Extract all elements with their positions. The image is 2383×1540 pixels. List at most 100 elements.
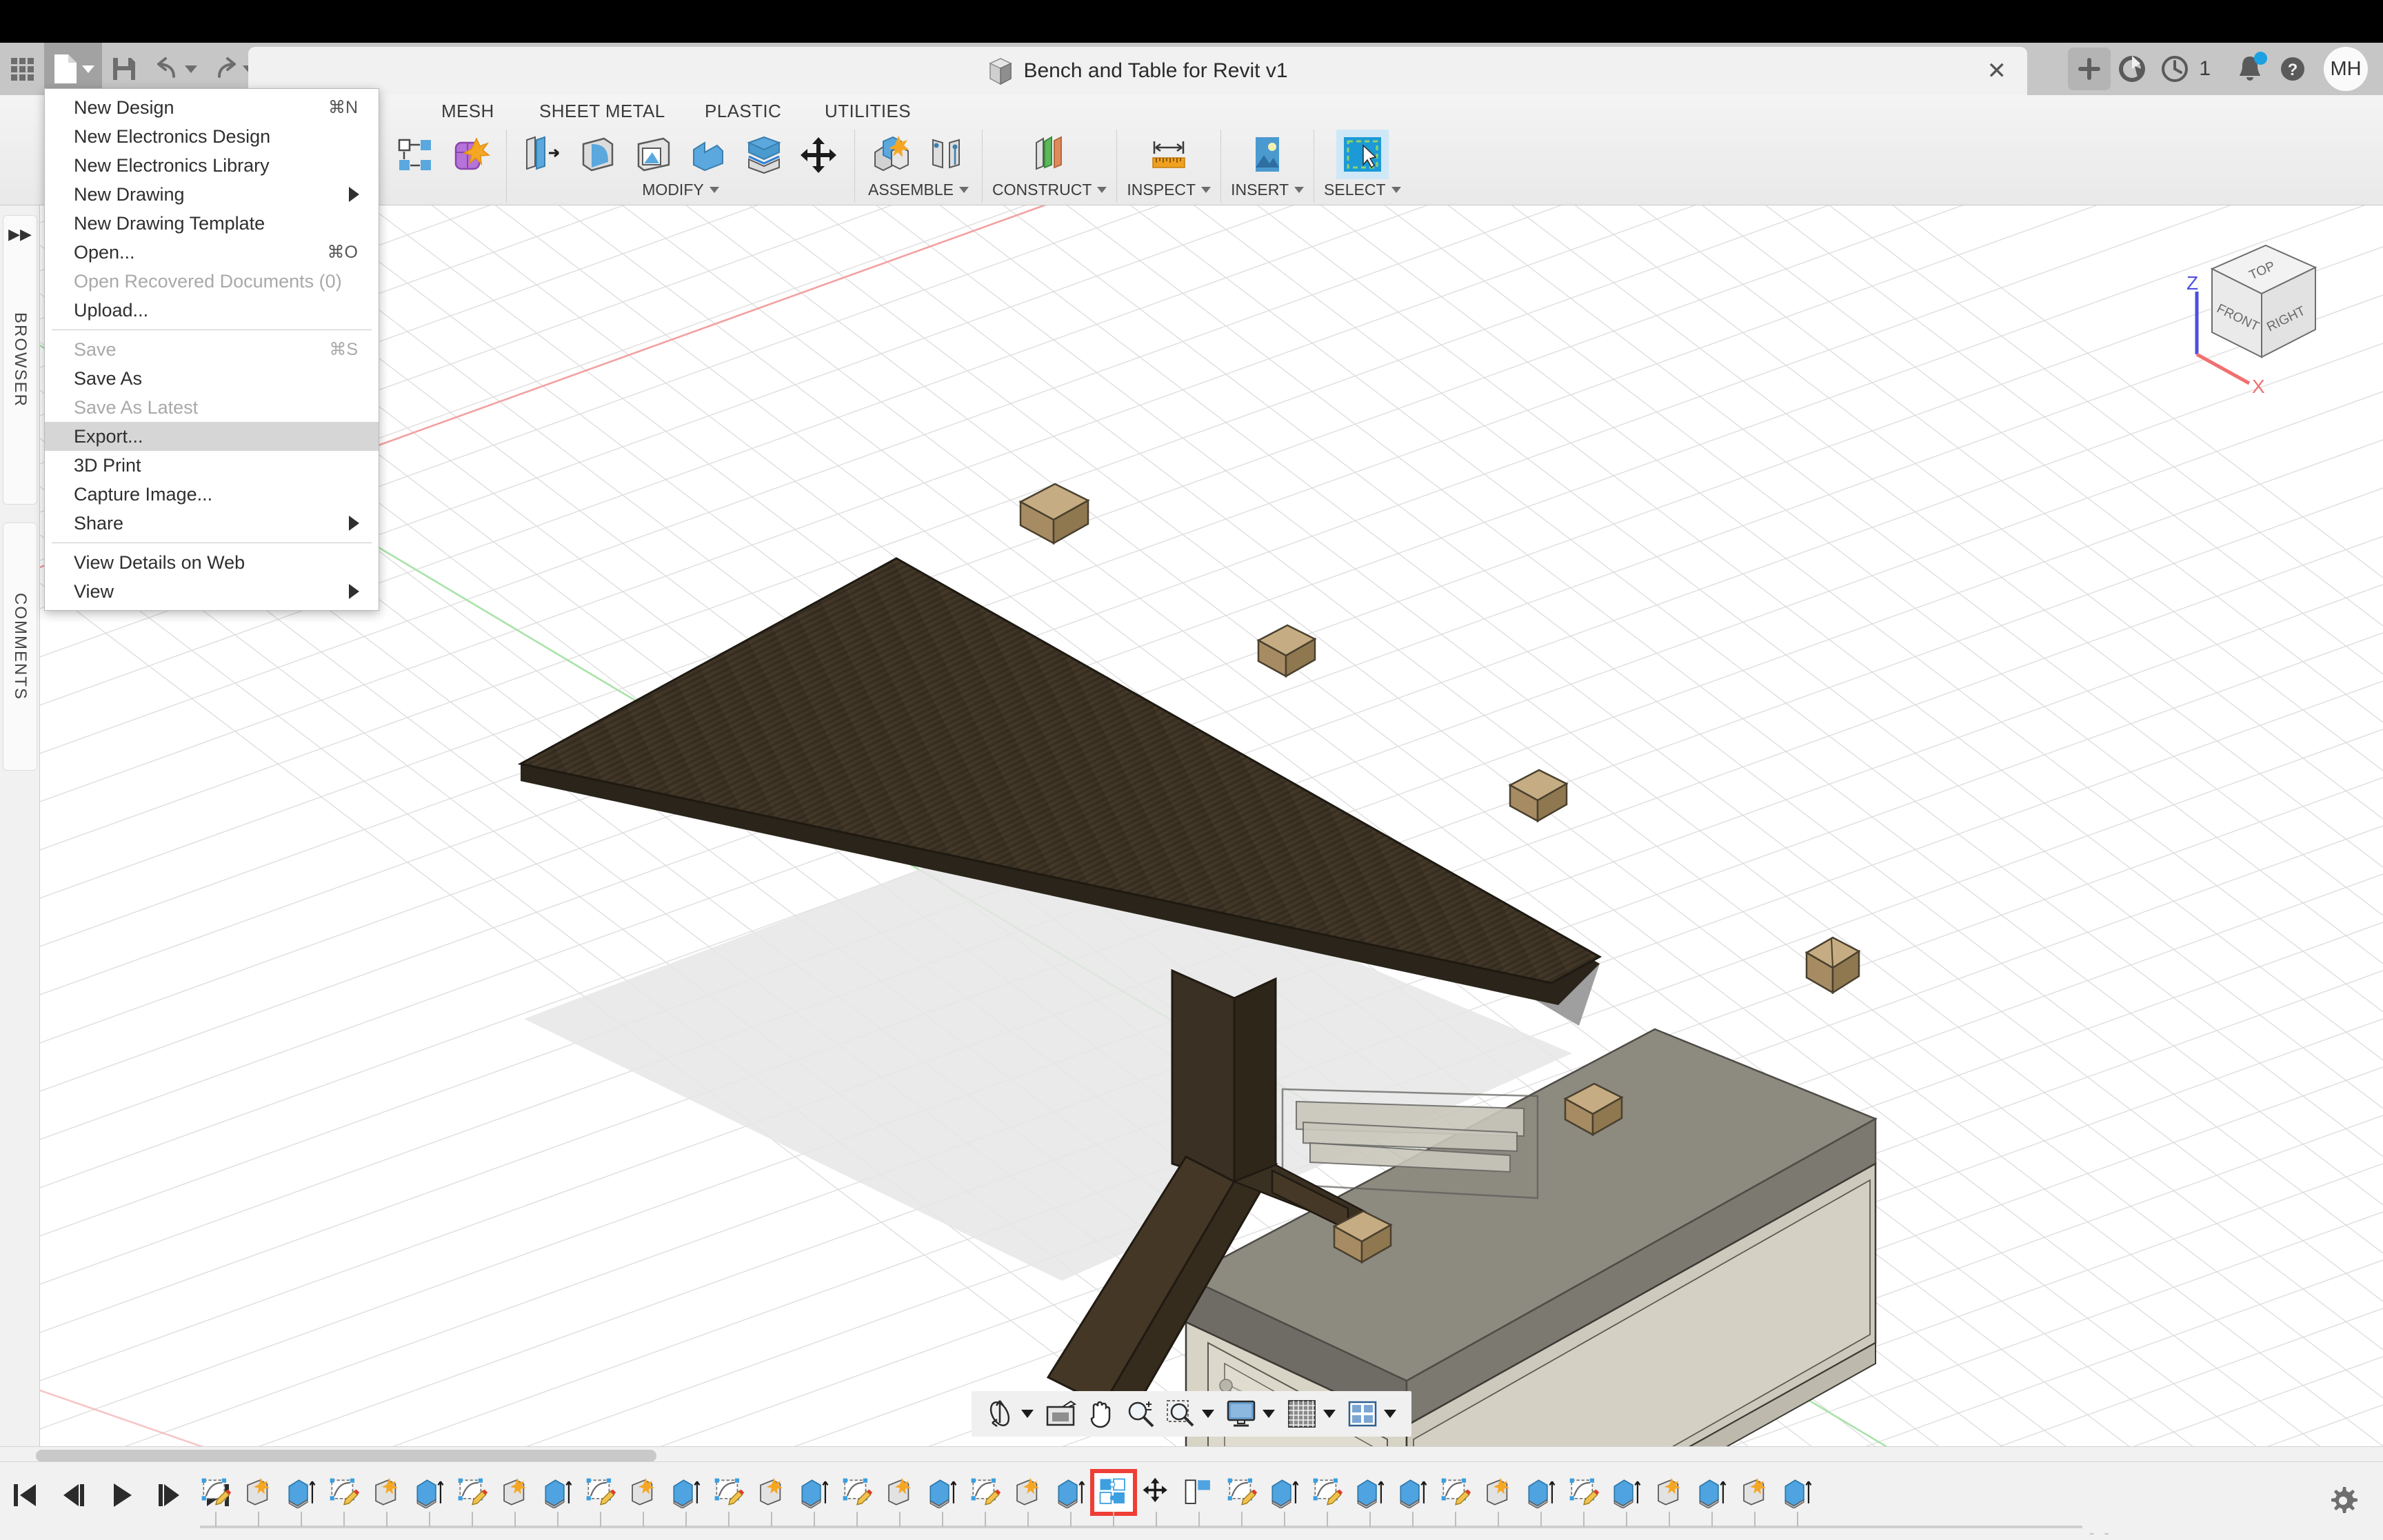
orbit-dropdown-icon[interactable] xyxy=(1021,1410,1034,1418)
timeline-feature-extrude-solid[interactable] xyxy=(1733,1473,1776,1527)
flange-button[interactable] xyxy=(516,130,569,179)
help-button[interactable]: ? xyxy=(2271,48,2314,90)
menu-item-new-electronics-design[interactable]: New Electronics Design xyxy=(45,122,379,151)
unfold-button[interactable] xyxy=(627,130,679,179)
viewport-layout-button[interactable] xyxy=(1343,1394,1382,1434)
undo-button[interactable] xyxy=(146,43,204,95)
timeline-feature-extrude-solid[interactable] xyxy=(1477,1473,1520,1527)
timeline-feature-extrude[interactable] xyxy=(1691,1473,1733,1527)
menu-item-export[interactable]: Export... xyxy=(45,422,379,451)
timeline-feature-extrude[interactable] xyxy=(665,1473,707,1527)
look-at-button[interactable] xyxy=(1040,1394,1080,1434)
inspect-group-label[interactable]: INSPECT xyxy=(1127,181,1211,199)
sidebar-item-comments[interactable]: COMMENTS xyxy=(3,523,37,771)
version-history-button[interactable] xyxy=(2153,48,2196,90)
select-window-button[interactable] xyxy=(1336,130,1389,179)
timeline-feature-extrude[interactable] xyxy=(408,1473,451,1527)
timeline-feature-sketch[interactable] xyxy=(579,1473,622,1527)
menu-item-new-drawing-template[interactable]: New Drawing Template xyxy=(45,209,379,238)
timeline-feature-extrude[interactable] xyxy=(280,1473,323,1527)
insert-group-label[interactable]: INSERT xyxy=(1231,181,1305,199)
timeline-feature-extrude[interactable] xyxy=(1520,1473,1562,1527)
menu-item-new-electronics-library[interactable]: New Electronics Library xyxy=(45,151,379,180)
menu-item-capture-image[interactable]: Capture Image... xyxy=(45,480,379,509)
app-grid-button[interactable] xyxy=(0,43,44,95)
timeline-feature-extrude[interactable] xyxy=(921,1473,964,1527)
timeline-feature-sketch[interactable] xyxy=(1220,1473,1263,1527)
notifications-button[interactable] xyxy=(2229,48,2271,90)
menu-item-upload[interactable]: Upload... xyxy=(45,296,379,325)
combine-button[interactable] xyxy=(444,130,496,179)
timeline-feature-sketch[interactable] xyxy=(1562,1473,1605,1527)
menu-item-new-design[interactable]: New Design ⌘N xyxy=(45,93,379,122)
view-cube[interactable]: Z X TOP FRONT RIGHT xyxy=(2169,226,2355,398)
sidebar-item-browser[interactable]: ▶▶ BROWSER xyxy=(3,215,37,505)
split-face-button[interactable] xyxy=(737,130,790,179)
timeline-feature-sketch[interactable] xyxy=(964,1473,1007,1527)
modify-group-label[interactable]: MODIFY xyxy=(642,181,719,199)
user-avatar[interactable]: MH xyxy=(2324,47,2368,91)
close-tab-button[interactable]: ✕ xyxy=(1987,59,2007,83)
timeline-feature-extrude[interactable] xyxy=(1263,1473,1306,1527)
pan-button[interactable] xyxy=(1080,1394,1120,1434)
extensions-button[interactable] xyxy=(2111,48,2153,90)
menu-item-view[interactable]: View xyxy=(45,577,379,606)
file-new-button[interactable] xyxy=(44,43,102,95)
ribbon-tab-utilities[interactable]: UTILITIES xyxy=(825,101,911,122)
play-button[interactable] xyxy=(106,1479,137,1512)
zoom-window-dropdown-icon[interactable] xyxy=(1202,1410,1214,1418)
scrollbar-thumb[interactable] xyxy=(36,1450,656,1462)
orbit-button[interactable] xyxy=(980,1394,1020,1434)
timeline-feature-extrude[interactable] xyxy=(1605,1473,1648,1527)
insert-image-button[interactable] xyxy=(1241,130,1294,179)
timeline-feature-extrude-solid[interactable] xyxy=(237,1473,280,1527)
pattern-button[interactable] xyxy=(389,130,441,179)
timeline-feature-extrude-solid[interactable] xyxy=(1648,1473,1691,1527)
save-button[interactable] xyxy=(102,43,146,95)
timeline-feature-extrude-solid[interactable] xyxy=(1007,1473,1049,1527)
timeline-feature-sketch[interactable] xyxy=(836,1473,878,1527)
chamfer-button[interactable] xyxy=(682,130,734,179)
timeline-feature-extrude[interactable] xyxy=(1049,1473,1092,1527)
menu-item-save-as[interactable]: Save As xyxy=(45,364,379,393)
timeline-feature-extrude-solid[interactable] xyxy=(622,1473,665,1527)
bend-button[interactable] xyxy=(572,130,624,179)
viewport-layout-dropdown-icon[interactable] xyxy=(1384,1410,1396,1418)
go-to-beginning-button[interactable] xyxy=(10,1479,40,1512)
timeline-feature-extrude-solid[interactable] xyxy=(365,1473,408,1527)
select-group-label[interactable]: SELECT xyxy=(1324,181,1401,199)
display-settings-button[interactable] xyxy=(1221,1394,1261,1434)
timeline-feature-component[interactable] xyxy=(1090,1469,1137,1527)
timeline-feature-extrude[interactable] xyxy=(1776,1473,1819,1527)
horizontal-scrollbar[interactable] xyxy=(0,1446,2383,1462)
new-component-button[interactable] xyxy=(865,130,917,179)
timeline-feature-extrude[interactable] xyxy=(536,1473,579,1527)
menu-item-share[interactable]: Share xyxy=(45,509,379,538)
measure-button[interactable] xyxy=(1143,130,1195,179)
timeline-feature-sketch[interactable] xyxy=(1306,1473,1349,1527)
file-menu-dropdown[interactable]: New Design ⌘N New Electronics Design New… xyxy=(44,88,379,611)
menu-item-view-details-on-web[interactable]: View Details on Web xyxy=(45,548,379,577)
menu-item-open[interactable]: Open... ⌘O xyxy=(45,238,379,267)
menu-item-new-drawing[interactable]: New Drawing xyxy=(45,180,379,209)
joint-button[interactable] xyxy=(920,130,972,179)
step-forward-button[interactable] xyxy=(154,1479,185,1512)
timeline-settings-button[interactable] xyxy=(2326,1484,2360,1521)
ribbon-tab-plastic[interactable]: PLASTIC xyxy=(705,101,781,122)
file-menu-caret-icon[interactable] xyxy=(82,65,94,73)
timeline-feature-extrude[interactable] xyxy=(1391,1473,1434,1527)
timeline-feature-move[interactable] xyxy=(1135,1473,1178,1527)
timeline-feature-mirror[interactable] xyxy=(1178,1473,1220,1527)
timeline-feature-sketch[interactable] xyxy=(707,1473,750,1527)
timeline-feature-extrude-solid[interactable] xyxy=(878,1473,921,1527)
timeline-feature-extrude[interactable] xyxy=(1349,1473,1391,1527)
timeline-feature-extrude-solid[interactable] xyxy=(750,1473,793,1527)
ribbon-tab-sheet-metal[interactable]: SHEET METAL xyxy=(539,101,665,122)
move-copy-button[interactable] xyxy=(792,130,845,179)
timeline-feature-extrude[interactable] xyxy=(793,1473,836,1527)
document-tab[interactable]: Bench and Table for Revit v1 ✕ xyxy=(248,47,2027,95)
grid-dropdown-icon[interactable] xyxy=(1323,1410,1336,1418)
construct-group-label[interactable]: CONSTRUCT xyxy=(992,181,1107,199)
timeline-feature-extrude-solid[interactable] xyxy=(494,1473,536,1527)
timeline-feature-sketch[interactable] xyxy=(323,1473,365,1527)
